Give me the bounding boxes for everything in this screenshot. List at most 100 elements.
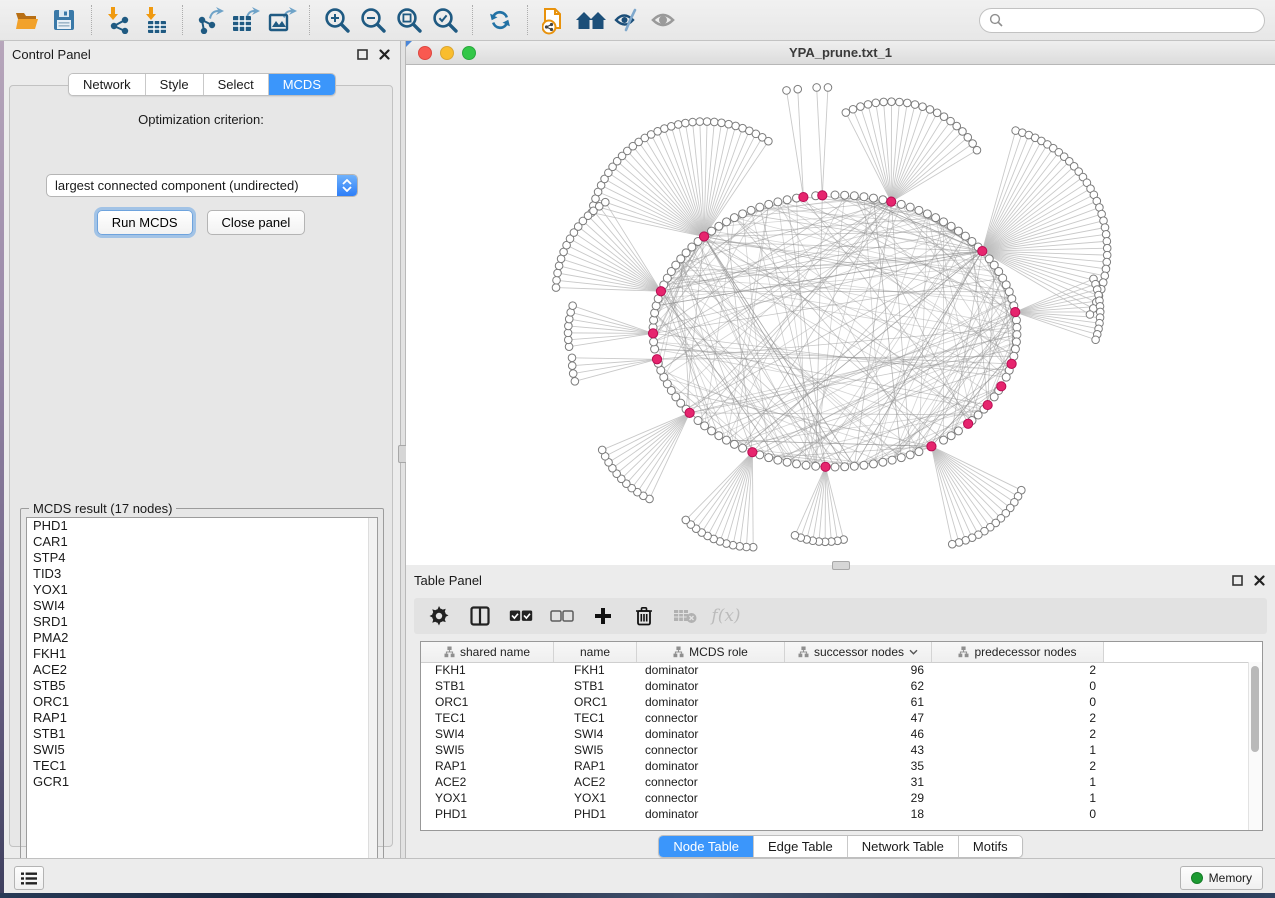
table-cell[interactable]: 96 <box>785 663 932 677</box>
column-header-MCDS-role[interactable]: MCDS role <box>637 642 785 662</box>
graph-node[interactable] <box>990 393 998 401</box>
delete-column-icon[interactable] <box>631 603 657 629</box>
table-cell[interactable]: 46 <box>785 727 932 741</box>
leaf-node[interactable] <box>973 146 981 154</box>
gear-icon[interactable] <box>426 603 452 629</box>
table-cell[interactable]: RAP1 <box>554 759 637 773</box>
mcds-result-item[interactable]: SWI4 <box>27 598 377 614</box>
leaf-node[interactable] <box>765 137 773 145</box>
table-row[interactable]: ORC1ORC1dominator610 <box>421 694 1249 710</box>
graph-node[interactable] <box>765 200 773 208</box>
table-cell[interactable]: ACE2 <box>554 775 637 789</box>
graph-node[interactable] <box>1002 373 1010 381</box>
export-table-icon[interactable] <box>228 4 264 36</box>
mcds-node[interactable] <box>964 419 973 428</box>
table-cell[interactable]: ORC1 <box>421 695 554 709</box>
leaf-node[interactable] <box>864 101 872 109</box>
leaf-node[interactable] <box>911 101 919 109</box>
leaf-node[interactable] <box>783 87 791 95</box>
leaf-node[interactable] <box>813 84 821 92</box>
mcds-node[interactable] <box>1011 307 1020 316</box>
mcds-node[interactable] <box>799 192 808 201</box>
graph-node[interactable] <box>739 210 747 218</box>
split-columns-icon[interactable] <box>467 603 493 629</box>
leaf-node[interactable] <box>794 85 802 93</box>
table-cell[interactable]: dominator <box>637 679 785 693</box>
graph-node[interactable] <box>947 432 955 440</box>
leaf-node[interactable] <box>1092 336 1100 344</box>
table-cell[interactable]: PHD1 <box>421 807 554 821</box>
graph-node[interactable] <box>860 193 868 201</box>
search-input[interactable] <box>1008 12 1255 29</box>
run-mcds-button[interactable]: Run MCDS <box>97 210 193 235</box>
table-cell[interactable]: connector <box>637 711 785 725</box>
graph-node[interactable] <box>747 206 755 214</box>
graph-node[interactable] <box>831 463 839 471</box>
graph-node[interactable] <box>793 460 801 468</box>
leaf-node[interactable] <box>1102 231 1110 239</box>
graph-node[interactable] <box>715 222 723 230</box>
leaf-node[interactable] <box>682 119 690 127</box>
mcds-result-item[interactable]: TID3 <box>27 566 377 582</box>
zoom-in-icon[interactable] <box>319 4 355 36</box>
close-panel-icon[interactable] <box>376 46 392 62</box>
graph-node[interactable] <box>756 203 764 211</box>
leaf-node[interactable] <box>718 119 726 127</box>
mcds-result-item[interactable]: RAP1 <box>27 710 377 726</box>
leaf-node[interactable] <box>896 98 904 106</box>
mcds-result-item[interactable]: ACE2 <box>27 662 377 678</box>
mcds-node[interactable] <box>927 442 936 451</box>
mcds-result-item[interactable]: GCR1 <box>27 774 377 790</box>
column-header-shared-name[interactable]: shared name <box>421 642 554 662</box>
mcds-result-item[interactable]: SRD1 <box>27 614 377 630</box>
float-table-panel-icon[interactable] <box>1229 572 1245 588</box>
table-cell[interactable]: SWI4 <box>554 727 637 741</box>
table-cell[interactable]: connector <box>637 743 785 757</box>
graph-node[interactable] <box>812 462 820 470</box>
leaf-node[interactable] <box>710 118 718 126</box>
leaf-node[interactable] <box>568 354 576 362</box>
table-cell[interactable]: PHD1 <box>554 807 637 821</box>
tab-select[interactable]: Select <box>204 74 269 95</box>
graph-node[interactable] <box>765 454 773 462</box>
mcds-node[interactable] <box>656 287 665 296</box>
leaf-node[interactable] <box>689 118 697 126</box>
table-row[interactable]: FKH1FKH1dominator962 <box>421 662 1249 678</box>
table-cell[interactable]: 29 <box>785 791 932 805</box>
table-cell[interactable]: dominator <box>637 663 785 677</box>
graph-node[interactable] <box>1012 338 1020 346</box>
table-cell[interactable]: 2 <box>932 727 1104 741</box>
zoom-out-icon[interactable] <box>355 4 391 36</box>
table-cell[interactable]: dominator <box>637 807 785 821</box>
mcds-node[interactable] <box>997 382 1006 391</box>
mcds-result-item[interactable]: YOX1 <box>27 582 377 598</box>
table-tab-network-table[interactable]: Network Table <box>848 836 959 857</box>
mcds-result-item[interactable]: SWI5 <box>27 742 377 758</box>
horizontal-splitter-grip[interactable] <box>832 561 850 570</box>
save-icon[interactable] <box>46 4 82 36</box>
graph-node[interactable] <box>650 316 658 324</box>
table-cell[interactable]: SWI4 <box>421 727 554 741</box>
leaf-node[interactable] <box>903 99 911 107</box>
import-table-icon[interactable] <box>137 4 173 36</box>
task-history-button[interactable] <box>14 866 44 890</box>
mcds-result-item[interactable]: STP4 <box>27 550 377 566</box>
table-row[interactable]: TEC1TEC1connector472 <box>421 710 1249 726</box>
graph-node[interactable] <box>915 448 923 456</box>
graph-node[interactable] <box>850 462 858 470</box>
graph-node[interactable] <box>708 427 716 435</box>
mcds-node[interactable] <box>648 329 657 338</box>
memory-button[interactable]: Memory <box>1180 866 1263 890</box>
leaf-node[interactable] <box>569 370 577 378</box>
table-cell[interactable]: STB1 <box>554 679 637 693</box>
graph-node[interactable] <box>841 463 849 471</box>
zoom-fit-icon[interactable] <box>391 4 427 36</box>
tab-network[interactable]: Network <box>69 74 146 95</box>
graph-node[interactable] <box>879 458 887 466</box>
mcds-result-item[interactable]: TEC1 <box>27 758 377 774</box>
tab-mcds[interactable]: MCDS <box>269 74 335 95</box>
close-panel-button[interactable]: Close panel <box>207 210 306 235</box>
graph-node[interactable] <box>708 227 716 235</box>
graph-node[interactable] <box>651 309 659 317</box>
function-builder-icon[interactable]: f(x) <box>713 603 739 629</box>
